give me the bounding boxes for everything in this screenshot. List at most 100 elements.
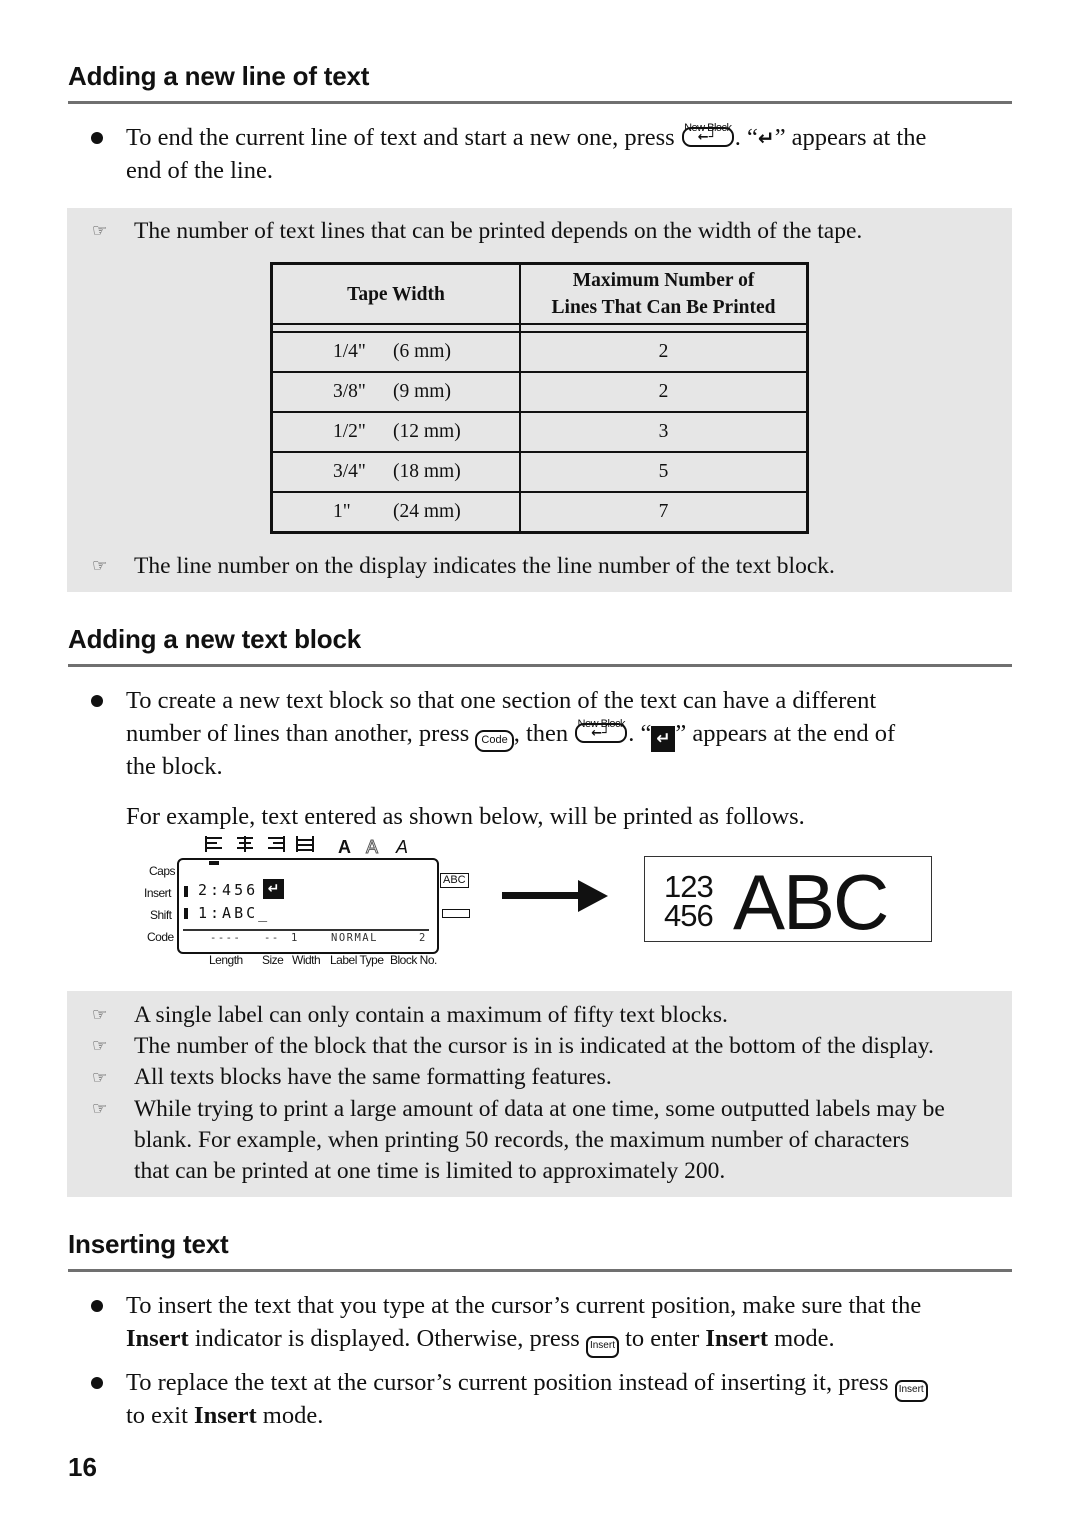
note-large-data-2: blank. For example, when printing 50 rec… bbox=[134, 1127, 910, 1153]
cell-lines: 2 bbox=[520, 332, 808, 373]
cell-mm: (9 mm) bbox=[393, 381, 451, 402]
justify-icon bbox=[296, 836, 314, 852]
bullet-icon bbox=[91, 1377, 103, 1389]
cell-mm: (6 mm) bbox=[393, 341, 451, 362]
lcd-return-icon: ↵ bbox=[263, 879, 284, 899]
cell-mm: (18 mm) bbox=[393, 461, 461, 482]
caps-label: Caps bbox=[149, 864, 176, 878]
outline-style-icon: A bbox=[365, 837, 379, 858]
label-type-caption: Label Type bbox=[330, 953, 384, 967]
align-right-icon bbox=[268, 836, 285, 852]
note-same-formatting: All texts blocks have the same formattin… bbox=[134, 1064, 612, 1090]
new-block-enter-key-icon: New Block ←┘ bbox=[575, 718, 628, 743]
col-max-lines: Maximum Number of Lines That Can Be Print… bbox=[520, 264, 808, 325]
heading-rule bbox=[68, 664, 1012, 667]
heading-rule bbox=[68, 1269, 1012, 1272]
heading-rule bbox=[68, 101, 1012, 104]
insert-instruction: To insert the text that you type at the … bbox=[126, 1292, 922, 1319]
cell-lines: 2 bbox=[520, 372, 808, 413]
text: To end the current line of text and star… bbox=[126, 124, 675, 151]
heading-new-block: Adding a new text block bbox=[68, 624, 361, 654]
length-caption: Length bbox=[209, 953, 243, 967]
size-caption: Size bbox=[262, 953, 284, 967]
note-hand-icon: ☞ bbox=[92, 221, 108, 241]
status-length: ---- bbox=[210, 932, 242, 944]
text: number of lines than another, press bbox=[126, 720, 470, 747]
new-block-enter-key-icon: New Block ←┘ bbox=[681, 122, 734, 147]
shift-indicator bbox=[184, 908, 188, 919]
replace-instruction: To replace the text at the cursor’s curr… bbox=[126, 1366, 928, 1402]
lcd-line-2: 2:456 bbox=[198, 881, 259, 899]
note-hand-icon: ☞ bbox=[92, 556, 108, 576]
code-label: Code bbox=[147, 930, 174, 944]
bullet-icon bbox=[91, 132, 103, 144]
bullet-icon bbox=[91, 1300, 103, 1312]
new-line-instruction: To end the current line of text and star… bbox=[126, 121, 926, 155]
text: to enter bbox=[618, 1325, 706, 1352]
header-line-1: Maximum Number of bbox=[572, 270, 755, 291]
cell-lines: 3 bbox=[520, 412, 808, 453]
text: ” appears at the end of bbox=[675, 720, 896, 747]
text: . “ bbox=[734, 124, 758, 151]
header-line-2: Lines That Can Be Printed bbox=[551, 297, 776, 318]
note-line-number: The line number on the display indicates… bbox=[134, 553, 835, 579]
bullet-icon bbox=[91, 695, 103, 707]
bold-insert: Insert bbox=[126, 1325, 189, 1352]
battery-icon bbox=[442, 909, 470, 918]
note-hand-icon: ☞ bbox=[92, 1036, 108, 1056]
text: indicator is displayed. Otherwise, press bbox=[188, 1325, 586, 1352]
note-lines-depend: The number of text lines that can be pri… bbox=[134, 218, 863, 244]
page-number: 16 bbox=[68, 1452, 97, 1482]
heading-new-line: Adding a new line of text bbox=[68, 61, 370, 91]
note-hand-icon: ☞ bbox=[92, 1099, 108, 1119]
note-large-data-3: that can be printed at one time is limit… bbox=[134, 1158, 726, 1184]
table-row: 1/2" (12 mm) 3 bbox=[271, 412, 808, 453]
replace-instruction-2: to exit Insert mode. bbox=[126, 1399, 323, 1432]
status-block-no: 2 bbox=[419, 932, 427, 944]
text: , then bbox=[513, 720, 569, 747]
table-row: 1/4" (6 mm) 2 bbox=[271, 332, 808, 373]
cell-mm: (24 mm) bbox=[393, 501, 461, 522]
note-block-number: The number of the block that the cursor … bbox=[134, 1033, 934, 1059]
cell-inch: 3/8" bbox=[333, 381, 366, 402]
text: to exit bbox=[126, 1402, 195, 1429]
insert-instruction-2: Insert indicator is displayed. Otherwise… bbox=[126, 1322, 835, 1358]
cell-mm: (12 mm) bbox=[393, 421, 461, 442]
insert-key-icon: Insert bbox=[894, 1380, 928, 1402]
cell-inch: 1/4" bbox=[333, 341, 366, 362]
align-left-icon bbox=[205, 836, 222, 852]
bold-insert: Insert bbox=[194, 1402, 257, 1429]
insert-key-icon: Insert bbox=[585, 1336, 619, 1358]
lcd-divider bbox=[183, 929, 429, 931]
cell-inch: 1" bbox=[333, 501, 351, 522]
cell-lines: 5 bbox=[520, 452, 808, 493]
abc-badge: ABC bbox=[440, 873, 469, 888]
status-size: -- bbox=[264, 932, 280, 944]
right-arrow-icon bbox=[502, 878, 608, 919]
block-no-caption: Block No. bbox=[390, 953, 437, 967]
text: mode. bbox=[256, 1402, 324, 1429]
col-tape-width: Tape Width bbox=[271, 263, 521, 324]
example-intro: For example, text entered as shown below… bbox=[126, 803, 805, 830]
note-hand-icon: ☞ bbox=[92, 1005, 108, 1025]
note-fifty-blocks: A single label can only contain a maximu… bbox=[134, 1002, 728, 1028]
return-glyph-icon: ↵ bbox=[757, 126, 775, 150]
status-width: 1 bbox=[291, 932, 299, 944]
alignment-indicator bbox=[209, 861, 219, 865]
label-small-line-1: 123 bbox=[664, 869, 714, 904]
status-label-type: NORMAL bbox=[331, 932, 378, 944]
italic-style-icon: A bbox=[396, 837, 409, 857]
text: mode. bbox=[768, 1325, 835, 1352]
cell-inch: 3/4" bbox=[333, 461, 366, 482]
new-block-instruction-3: the block. bbox=[126, 753, 223, 780]
format-icons bbox=[204, 834, 314, 856]
note-hand-icon: ☞ bbox=[92, 1068, 108, 1088]
heading-inserting: Inserting text bbox=[68, 1229, 229, 1259]
cell-lines: 7 bbox=[658, 501, 669, 522]
bold-style-icon: A bbox=[338, 837, 351, 857]
new-line-instruction-cont: end of the line. bbox=[126, 157, 273, 184]
new-block-instruction-2: number of lines than another, press Code… bbox=[126, 717, 895, 752]
insert-indicator bbox=[184, 886, 188, 897]
label-small-line-2: 456 bbox=[664, 898, 714, 933]
text: ” appears at the bbox=[774, 124, 927, 151]
